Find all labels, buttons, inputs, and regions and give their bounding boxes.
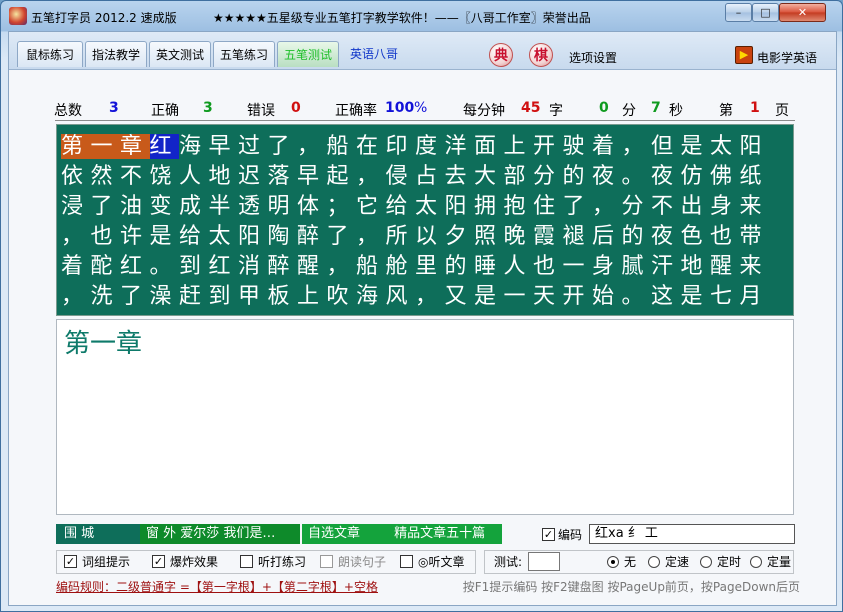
read-sentence-label[interactable]: 朗读句子	[338, 553, 386, 570]
mode-speed-radio[interactable]	[648, 556, 660, 568]
code-label: 编码	[558, 528, 583, 542]
key-hints: 按F1提示编码 按F2键盘图 按PageUp前页，按PageDown后页	[462, 580, 800, 594]
dictionary-icon[interactable]: 典	[489, 43, 513, 67]
select-article-button[interactable]: 自选文章	[308, 526, 360, 541]
correct-value: 3	[203, 100, 213, 116]
page-value: 1	[750, 100, 760, 116]
help-bar: 编码规则：二级普通字 =【第一字根】+【第二字根】+空格 按F1提示编码 按F2…	[56, 577, 800, 595]
mode-none-label[interactable]: 无	[624, 553, 636, 570]
code-checkbox[interactable]: ✓	[542, 528, 555, 541]
phrase-hint-label[interactable]: 词组提示	[82, 553, 130, 570]
article-selector-bar: 围 城 窗 外 爱尔莎 我们是… 自选文章 精品文章五十篇 ✓ 编码 红xa 纟…	[56, 524, 796, 544]
chess-icon[interactable]: 棋	[529, 43, 553, 67]
stats-bar: 总数 3 正确 3 错误 0 正确率 100 % 每分钟 45 字 0 分 7 …	[54, 100, 794, 119]
test-label: 测试:	[494, 555, 523, 569]
dictation-label[interactable]: 听打练习	[258, 553, 306, 570]
title-bar[interactable]: 五笔打字员 2012.2 速成版 ★★★★★五星级专业五笔打字教学软件！——〖八…	[1, 1, 842, 31]
accuracy-value: 100	[385, 100, 415, 116]
options-bar: ✓ 词组提示 ✓ 爆炸效果 听打练习 朗读句子 ◎听文章 测试: 无 定速 定时…	[56, 550, 796, 574]
accuracy-label: 正确率	[335, 103, 377, 119]
explosion-checkbox[interactable]: ✓	[152, 555, 165, 568]
explosion-label[interactable]: 爆炸效果	[170, 553, 218, 570]
speed-unit: 字	[549, 103, 563, 119]
accuracy-unit: %	[414, 100, 428, 116]
text-line: 第一章红海早过了，船在印度洋面上开驶着，但是太阳	[61, 132, 769, 162]
article-source[interactable]: 自选文章 精品文章五十篇	[302, 524, 502, 544]
tab-fingering[interactable]: 指法教学	[85, 41, 147, 67]
client-area: 鼠标练习 指法教学 英文测试 五笔练习 五笔测试 英语八哥 典 棋 选项设置 ▶…	[8, 31, 837, 606]
title-slogan: ★★★★★五星级专业五笔打字教学软件！——〖八哥工作室〗荣誉出品	[213, 11, 591, 25]
tab-bar: 鼠标练习 指法教学 英文测试 五笔练习 五笔测试 英语八哥 典 棋 选项设置 ▶…	[9, 32, 836, 70]
listen-article-checkbox[interactable]	[400, 555, 413, 568]
page-prefix: 第	[719, 103, 733, 119]
close-button[interactable]: ✕	[779, 3, 826, 22]
mode-time-radio[interactable]	[700, 556, 712, 568]
film-icon[interactable]: ▶	[735, 46, 753, 64]
total-value: 3	[109, 100, 119, 116]
stats-divider	[55, 120, 795, 121]
current-char: 红	[149, 134, 180, 159]
mode-none-radio[interactable]	[607, 556, 619, 568]
seconds-value: 7	[651, 100, 661, 116]
total-label: 总数	[54, 103, 82, 119]
maximize-button[interactable]: □	[752, 3, 779, 22]
error-value: 0	[291, 100, 301, 116]
mode-quantity-radio[interactable]	[750, 556, 762, 568]
text-line: 着酡红。到红消醉醒，船舱里的睡人也一身腻汗地醒来	[61, 254, 770, 279]
encoding-rule: 编码规则：二级普通字 =【第一字根】+【第二字根】+空格	[56, 580, 378, 594]
dictation-checkbox[interactable]	[240, 555, 253, 568]
tab-english-test[interactable]: 英文测试	[149, 41, 211, 67]
options-settings-button[interactable]: 选项设置	[569, 49, 617, 66]
mode-time-label[interactable]: 定时	[717, 553, 741, 570]
phrase-hint-checkbox[interactable]: ✓	[64, 555, 77, 568]
text-line: ，也许是给太阳陶醉了，所以夕照晚霞褪后的夜色也带	[61, 224, 770, 249]
chapter-list[interactable]: 窗 外 爱尔莎 我们是…	[140, 524, 300, 544]
error-label: 错误	[247, 103, 275, 119]
typed-text: 第一章	[64, 329, 143, 359]
correct-label: 正确	[151, 103, 179, 119]
speed-label: 每分钟	[463, 103, 505, 119]
code-display: 红xa 纟 工	[589, 524, 795, 544]
text-line: 依然不饶人地迟落早起，侵占去大部分的夜。夜仿佛纸	[61, 164, 770, 189]
tab-wubi-practice[interactable]: 五笔练习	[213, 41, 275, 67]
seconds-unit: 秒	[669, 103, 683, 119]
minutes-unit: 分	[622, 103, 636, 119]
mode-speed-label[interactable]: 定速	[665, 553, 689, 570]
speed-value: 45	[521, 100, 541, 116]
text-line: 浸了油变成半透明体；它给太阳拥抱住了，分不出身来	[61, 194, 770, 219]
app-icon	[9, 7, 27, 25]
minutes-value: 0	[599, 100, 609, 116]
movie-english-button[interactable]: 电影学英语	[757, 49, 817, 66]
test-input[interactable]	[528, 552, 560, 571]
mode-quantity-label[interactable]: 定量	[767, 553, 791, 570]
typing-input-area[interactable]: 第一章	[56, 319, 794, 515]
typed-highlight: 第一章	[61, 134, 150, 159]
article-text-panel: 第一章红海早过了，船在印度洋面上开驶着，但是太阳 依然不饶人地迟落早起，侵占去大…	[56, 124, 794, 316]
read-sentence-checkbox[interactable]	[320, 555, 333, 568]
listen-article-label[interactable]: ◎听文章	[418, 553, 464, 570]
app-title: 五笔打字员 2012.2 速成版	[31, 11, 177, 25]
book-name[interactable]: 围 城	[56, 524, 140, 544]
tab-english-bage[interactable]: 英语八哥	[343, 41, 405, 67]
app-window: 五笔打字员 2012.2 速成版 ★★★★★五星级专业五笔打字教学软件！——〖八…	[0, 0, 843, 612]
featured-articles-button[interactable]: 精品文章五十篇	[394, 526, 485, 541]
page-suffix: 页	[775, 103, 789, 119]
text-line: ，洗了澡赶到甲板上吹海风，又是一天开始。这是七月	[61, 284, 770, 309]
tab-wubi-test[interactable]: 五笔测试	[277, 41, 339, 67]
line-rest: 海早过了，船在印度洋面上开驶着，但是太阳	[179, 134, 770, 159]
tab-mouse-practice[interactable]: 鼠标练习	[17, 41, 83, 67]
minimize-button[interactable]: –	[725, 3, 752, 22]
